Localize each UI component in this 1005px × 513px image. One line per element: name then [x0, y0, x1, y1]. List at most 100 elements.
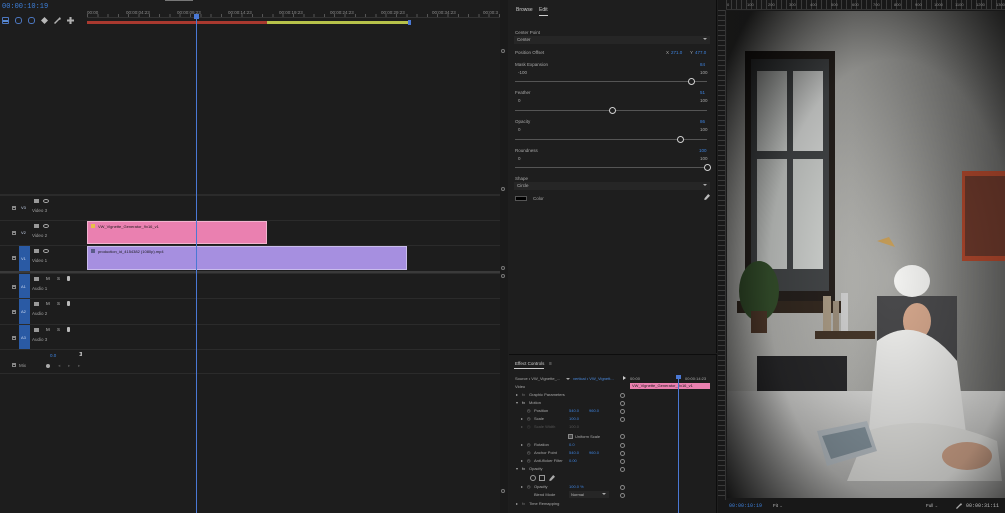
sync-lock-icon[interactable] [34, 199, 39, 203]
wrench-icon[interactable] [956, 503, 962, 509]
track-target-a2[interactable]: A2 [19, 299, 30, 325]
scroll-indicator[interactable] [165, 0, 193, 1]
scroll-zoom-knob[interactable] [501, 266, 505, 270]
stopwatch-icon[interactable]: ◷ [527, 442, 531, 447]
timeline-vertical-scrollbar[interactable] [500, 0, 508, 513]
eyedropper-icon[interactable] [704, 194, 710, 200]
collapse-arrow-icon[interactable]: ▾ [516, 466, 518, 471]
blend-mode-dropdown[interactable]: Normal [569, 491, 609, 498]
reset-icon[interactable] [620, 493, 625, 498]
panel-title[interactable]: Effect Controls [515, 361, 544, 366]
reset-icon[interactable] [620, 401, 625, 406]
microphone-icon[interactable] [67, 301, 70, 306]
reset-icon[interactable] [620, 409, 625, 414]
uniform-scale-checkbox[interactable] [568, 434, 573, 439]
position-offset-x[interactable]: 271.0 [671, 50, 682, 55]
insert-overwrite-icon[interactable] [28, 17, 35, 24]
position-y-value[interactable]: 960.0 [589, 408, 599, 413]
roundness-value[interactable]: 100 [699, 148, 707, 153]
expand-arrow-icon[interactable]: ▸ [521, 442, 523, 447]
effect-controls-timeline[interactable] [627, 375, 717, 513]
scroll-zoom-knob[interactable] [501, 187, 505, 191]
reset-icon[interactable] [620, 451, 625, 456]
mask-expansion-value[interactable]: 84 [700, 62, 705, 67]
reset-icon[interactable] [620, 434, 625, 439]
stopwatch-icon[interactable]: ◷ [527, 458, 531, 463]
mute-button[interactable]: M [46, 301, 50, 306]
eye-icon[interactable] [43, 199, 49, 203]
opacity-value[interactable]: 100.0 % [569, 484, 584, 489]
stopwatch-icon[interactable]: ◷ [527, 408, 531, 413]
snap-icon[interactable] [2, 17, 9, 24]
tab-edit[interactable]: Edit [539, 7, 548, 16]
scroll-zoom-knob[interactable] [501, 49, 505, 53]
sequence-selector[interactable]: vertical • VW_Vignett... [573, 376, 614, 381]
step-forward-icon[interactable]: ▸ [68, 363, 70, 369]
position-x-value[interactable]: 540.0 [569, 408, 579, 413]
clip-production-video[interactable]: production_id_4154382 (1080p).mp4 [87, 246, 407, 270]
track-target-v1[interactable]: V1 [19, 246, 30, 272]
play-only-audio-icon[interactable] [623, 376, 626, 380]
stopwatch-icon[interactable]: ◷ [527, 450, 531, 455]
pen-mask-icon[interactable] [549, 475, 555, 481]
panel-menu-icon[interactable]: ≡ [549, 361, 552, 367]
solo-button[interactable]: S [57, 301, 60, 306]
zoom-level-dropdown[interactable]: Fit ⌄ [773, 503, 783, 509]
lock-icon[interactable] [12, 206, 16, 210]
scroll-zoom-knob[interactable] [501, 489, 505, 493]
scroll-zoom-knob[interactable] [501, 274, 505, 278]
rotation-value[interactable]: 0.0 [569, 442, 575, 447]
reset-icon[interactable] [620, 459, 625, 464]
microphone-icon[interactable] [67, 276, 70, 281]
anchor-x-value[interactable]: 540.0 [569, 450, 579, 455]
mute-button[interactable]: M [46, 276, 50, 281]
track-target-v2[interactable]: V2 [19, 226, 30, 244]
lock-icon[interactable] [12, 310, 16, 314]
chevron-down-icon[interactable] [566, 378, 570, 380]
mute-button[interactable]: M [46, 327, 50, 332]
opacity-value[interactable]: 86 [700, 119, 705, 124]
sync-lock-icon[interactable] [34, 277, 39, 281]
stopwatch-icon[interactable]: ◷ [527, 484, 531, 489]
clip-vignette-generator[interactable]: VW_Vignette_Generator_9x16_v1 [87, 221, 267, 244]
microphone-icon[interactable] [67, 327, 70, 332]
stopwatch-icon[interactable]: ◷ [527, 416, 531, 421]
sync-lock-icon[interactable] [34, 302, 39, 306]
playback-resolution-dropdown[interactable]: Full ⌄ [926, 503, 938, 509]
mask-expansion-slider-knob[interactable] [688, 78, 696, 85]
track-target-a1[interactable]: A1 [19, 274, 30, 299]
track-target-a3[interactable]: A3 [19, 325, 30, 350]
go-to-end-icon[interactable] [79, 352, 82, 356]
tab-browse[interactable]: Browse [516, 7, 533, 13]
lock-icon[interactable] [12, 231, 16, 235]
track-target-v3[interactable]: V3 [19, 201, 30, 219]
timeline-settings-icon[interactable] [67, 17, 74, 24]
sync-lock-icon[interactable] [34, 249, 39, 253]
eye-icon[interactable] [43, 224, 49, 228]
play-icon[interactable]: ▸ [78, 363, 80, 369]
reset-icon[interactable] [620, 417, 625, 422]
lock-icon[interactable] [12, 336, 16, 340]
scale-value[interactable]: 100.0 [569, 416, 579, 421]
lock-icon[interactable] [12, 363, 16, 367]
expand-arrow-icon[interactable]: ▸ [516, 501, 518, 506]
feather-value[interactable]: 51 [700, 90, 705, 95]
ec-clip-bar[interactable]: VW_Vignette_Generator_9x16_v1 [630, 383, 710, 389]
opacity-slider-knob[interactable] [676, 136, 684, 143]
timeline-timecode[interactable]: 00:00:10:19 [2, 3, 48, 11]
expand-arrow-icon[interactable]: ▸ [516, 392, 518, 397]
shape-dropdown[interactable]: Circle [514, 182, 710, 190]
lock-icon[interactable] [12, 256, 16, 260]
playhead-line[interactable] [196, 17, 197, 513]
roundness-slider-knob[interactable] [703, 164, 711, 171]
source-selector[interactable]: Source • VW_Vignette_... [515, 376, 560, 381]
mask-expansion-slider[interactable] [515, 81, 707, 82]
pan-knob-icon[interactable] [46, 364, 50, 368]
expand-arrow-icon[interactable]: ▸ [521, 416, 523, 421]
reset-icon[interactable] [620, 485, 625, 490]
program-video-frame[interactable] [727, 11, 1005, 498]
step-back-icon[interactable]: ◂ [58, 363, 60, 369]
feather-slider-knob[interactable] [609, 107, 617, 114]
color-swatch[interactable] [515, 196, 527, 201]
collapse-arrow-icon[interactable]: ▾ [516, 400, 518, 405]
